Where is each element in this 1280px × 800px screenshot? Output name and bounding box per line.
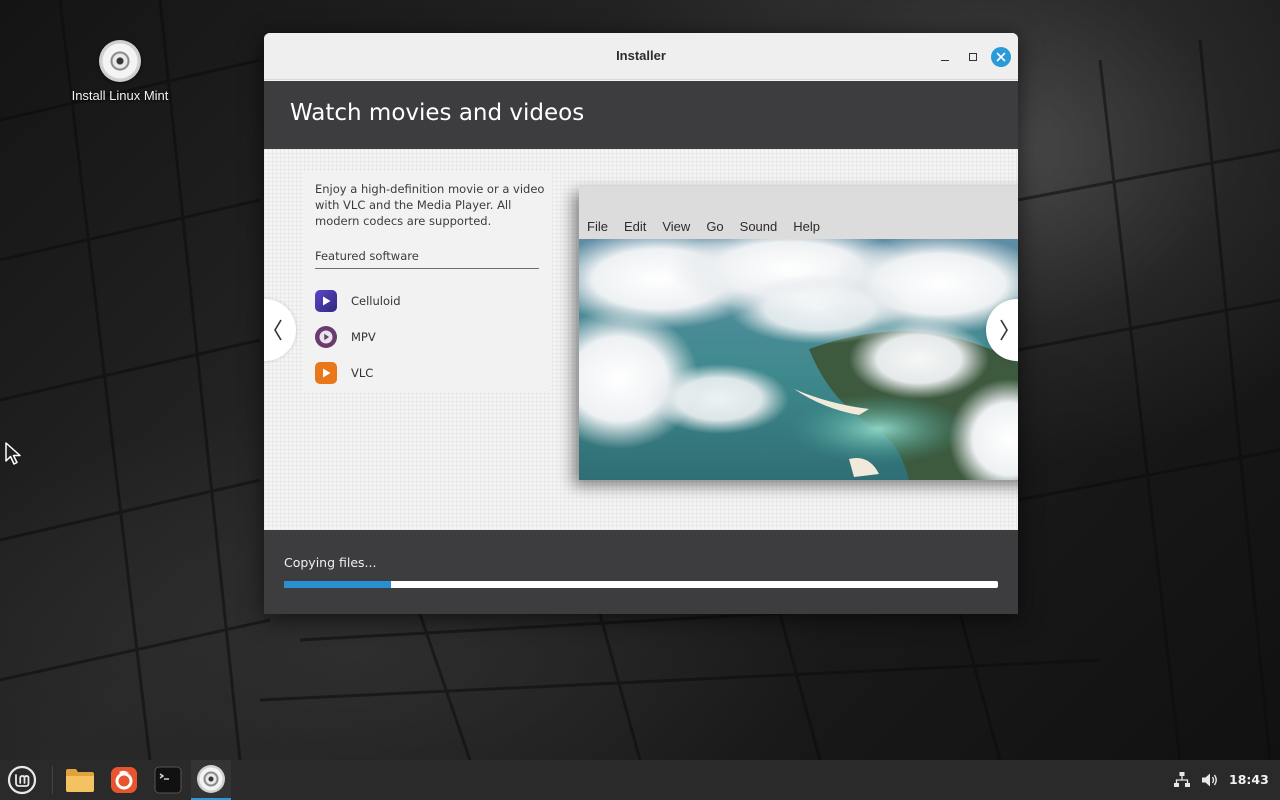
clock[interactable]: 18:43 <box>1229 772 1269 787</box>
mpv-icon <box>315 326 337 348</box>
player-menubar: File Edit View Go Sound Help <box>579 215 828 239</box>
menu-go: Go <box>706 219 724 234</box>
window-titlebar[interactable]: Installer <box>264 33 1018 80</box>
installer-icon <box>197 765 225 793</box>
featured-software-heading: Featured software <box>315 249 539 269</box>
install-progress-bar <box>284 581 998 588</box>
firefox-icon <box>111 767 137 793</box>
file-manager-icon <box>66 769 94 792</box>
volume-icon <box>1202 773 1217 787</box>
maximize-button[interactable] <box>963 47 983 67</box>
video-frame-aerial-coast <box>579 239 1018 480</box>
menu-edit: Edit <box>623 219 647 234</box>
menu-view: View <box>662 219 691 234</box>
taskbar: 18:43 <box>0 760 1280 800</box>
previous-slide-button[interactable] <box>264 299 296 361</box>
installer-window: Installer Watch movies and videos Enjoy … <box>264 33 1018 614</box>
media-player-preview: File Edit View Go Sound Help <box>579 186 1018 480</box>
app-name: Celluloid <box>351 294 401 308</box>
slide-header: Watch movies and videos <box>264 81 1018 149</box>
desktop-icon-install[interactable]: Install Linux Mint <box>60 40 180 103</box>
firefox-launcher[interactable] <box>102 760 146 800</box>
network-tray-button[interactable] <box>1170 760 1194 800</box>
disc-icon <box>99 40 141 82</box>
featured-app-mpv: MPV <box>315 325 376 349</box>
featured-app-celluloid: Celluloid <box>315 289 401 313</box>
minimize-button[interactable] <box>935 47 955 67</box>
terminal-icon <box>154 766 182 794</box>
installer-taskbar-button[interactable] <box>191 760 231 800</box>
chevron-right-icon <box>1000 319 1008 341</box>
menu-help: Help <box>793 219 820 234</box>
slide-description: Enjoy a high-definition movie or a video… <box>315 182 545 228</box>
celluloid-icon <box>315 290 337 312</box>
progress-footer: Copying files... <box>264 530 1018 614</box>
menu-file: File <box>587 219 608 234</box>
volume-tray-button[interactable] <box>1198 760 1222 800</box>
minimize-icon <box>941 59 949 61</box>
chevron-left-icon <box>274 319 282 341</box>
app-name: VLC <box>351 366 374 380</box>
mouse-cursor-icon <box>4 441 24 469</box>
vlc-icon <box>315 362 337 384</box>
desktop-icon-label: Install Linux Mint <box>71 88 169 103</box>
file-manager-launcher[interactable] <box>58 760 102 800</box>
network-icon <box>1174 772 1190 787</box>
taskbar-separator <box>52 766 53 794</box>
terminal-launcher[interactable] <box>146 760 190 800</box>
mint-menu-icon <box>7 765 37 795</box>
menu-sound: Sound <box>739 219 778 234</box>
slideshow-panel: Enjoy a high-definition movie or a video… <box>264 149 1018 530</box>
close-button[interactable] <box>991 47 1011 67</box>
mint-menu-button[interactable] <box>0 760 44 800</box>
info-panel: Enjoy a high-definition movie or a video… <box>304 173 550 391</box>
slide-title: Watch movies and videos <box>290 100 585 126</box>
close-icon <box>996 52 1006 62</box>
featured-app-vlc: VLC <box>315 361 373 385</box>
app-name: MPV <box>351 330 376 344</box>
install-status-text: Copying files... <box>284 555 377 570</box>
window-title: Installer <box>616 48 666 63</box>
install-progress-fill <box>284 581 392 588</box>
maximize-icon <box>969 53 977 61</box>
